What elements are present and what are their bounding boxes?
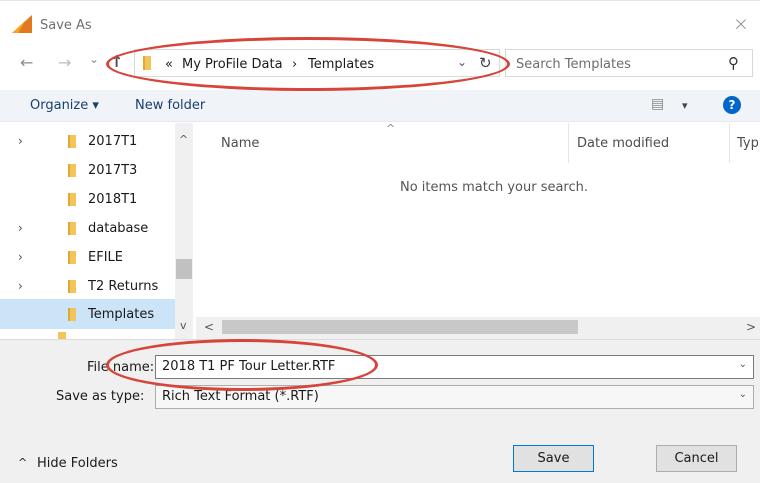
scroll-down-icon[interactable]: v <box>180 319 187 332</box>
cancel-button[interactable]: Cancel <box>656 445 737 472</box>
profile-app-icon <box>12 15 32 33</box>
save-type-dropdown-icon[interactable]: ⌄ <box>739 389 747 400</box>
annotation-oval-address <box>106 37 510 91</box>
column-divider[interactable] <box>568 123 569 163</box>
tree-item-efile[interactable]: › EFILE <box>0 243 175 272</box>
file-name-dropdown-icon[interactable]: ⌄ <box>739 359 747 370</box>
annotation-oval-file-name <box>106 339 378 391</box>
view-options-icon[interactable]: ▤ <box>651 96 664 112</box>
tree-item-database[interactable]: › database <box>0 214 175 243</box>
search-placeholder: Search Templates <box>516 57 631 72</box>
nav-pane-scrollbar[interactable]: ^ v <box>175 123 193 339</box>
scrollbar-thumb[interactable] <box>222 320 578 334</box>
folder-icon <box>68 164 76 177</box>
navigation-pane: › 2017T1 2017T3 2018T1 › database › EFIL… <box>0 123 193 339</box>
column-header-type[interactable]: Typ <box>737 136 759 151</box>
tree-item-label: Templates <box>88 307 155 322</box>
tree-item-templates[interactable]: Templates <box>0 299 175 329</box>
scroll-right-icon[interactable]: > <box>746 320 756 334</box>
scroll-up-icon[interactable]: ^ <box>179 133 188 146</box>
column-header-date-modified[interactable]: Date modified <box>577 136 669 151</box>
partial-folder-icon <box>58 332 66 339</box>
save-type-label: Save as type: <box>56 389 145 404</box>
content-horizontal-scrollbar[interactable]: < > <box>196 317 760 339</box>
save-button[interactable]: Save <box>513 445 594 472</box>
search-input[interactable]: Search Templates ⚲ <box>505 49 753 77</box>
tree-item-2018t1[interactable]: 2018T1 <box>0 185 175 214</box>
folder-icon <box>68 280 76 293</box>
help-icon[interactable]: ? <box>723 96 741 114</box>
scroll-left-icon[interactable]: < <box>204 320 214 334</box>
save-as-dialog: Save As × ← → ⌄ ↑ « My ProFile Data › Te… <box>0 0 760 483</box>
sort-indicator-icon: ^ <box>386 122 396 135</box>
tree-item-label: T2 Returns <box>88 279 159 294</box>
forward-arrow-icon[interactable]: → <box>58 53 71 72</box>
column-divider[interactable] <box>729 123 730 163</box>
expand-arrow-icon[interactable]: › <box>18 221 23 235</box>
search-icon[interactable]: ⚲ <box>728 54 739 72</box>
hide-folders-button[interactable]: Hide Folders <box>37 456 118 471</box>
tree-item-label: database <box>88 221 149 236</box>
folder-icon <box>68 251 76 264</box>
folder-icon <box>68 308 76 321</box>
expand-arrow-icon[interactable]: › <box>18 250 23 264</box>
recent-locations-icon[interactable]: ⌄ <box>89 52 99 66</box>
column-header-name[interactable]: Name <box>221 136 259 151</box>
folder-icon <box>68 193 76 206</box>
folder-icon <box>68 222 76 235</box>
back-arrow-icon[interactable]: ← <box>20 53 33 72</box>
empty-results-message: No items match your search. <box>400 180 589 195</box>
expand-arrow-icon[interactable]: › <box>18 134 23 148</box>
tree-item-label: 2017T3 <box>88 163 138 178</box>
new-folder-button[interactable]: New folder <box>135 98 205 113</box>
close-icon[interactable]: × <box>733 13 749 35</box>
folder-icon <box>68 135 76 148</box>
tree-item-2017t1[interactable]: › 2017T1 <box>0 127 175 156</box>
tree-item-label: 2018T1 <box>88 192 138 207</box>
view-dropdown-icon[interactable]: ▾ <box>682 99 688 112</box>
tree-item-2017t3[interactable]: 2017T3 <box>0 156 175 185</box>
window-title: Save As <box>40 18 92 33</box>
save-type-value: Rich Text Format (*.RTF) <box>162 389 319 404</box>
tree-item-label: 2017T1 <box>88 134 138 149</box>
tree-item-label: EFILE <box>88 250 123 265</box>
tree-item-t2-returns[interactable]: › T2 Returns <box>0 272 175 301</box>
command-toolbar: Organize ▾ New folder ▤ ▾ ? <box>0 90 760 122</box>
organize-button[interactable]: Organize ▾ <box>30 98 99 113</box>
scrollbar-thumb[interactable] <box>176 259 192 279</box>
expand-arrow-icon[interactable]: › <box>18 279 23 293</box>
hide-folders-icon[interactable]: ^ <box>18 456 27 469</box>
